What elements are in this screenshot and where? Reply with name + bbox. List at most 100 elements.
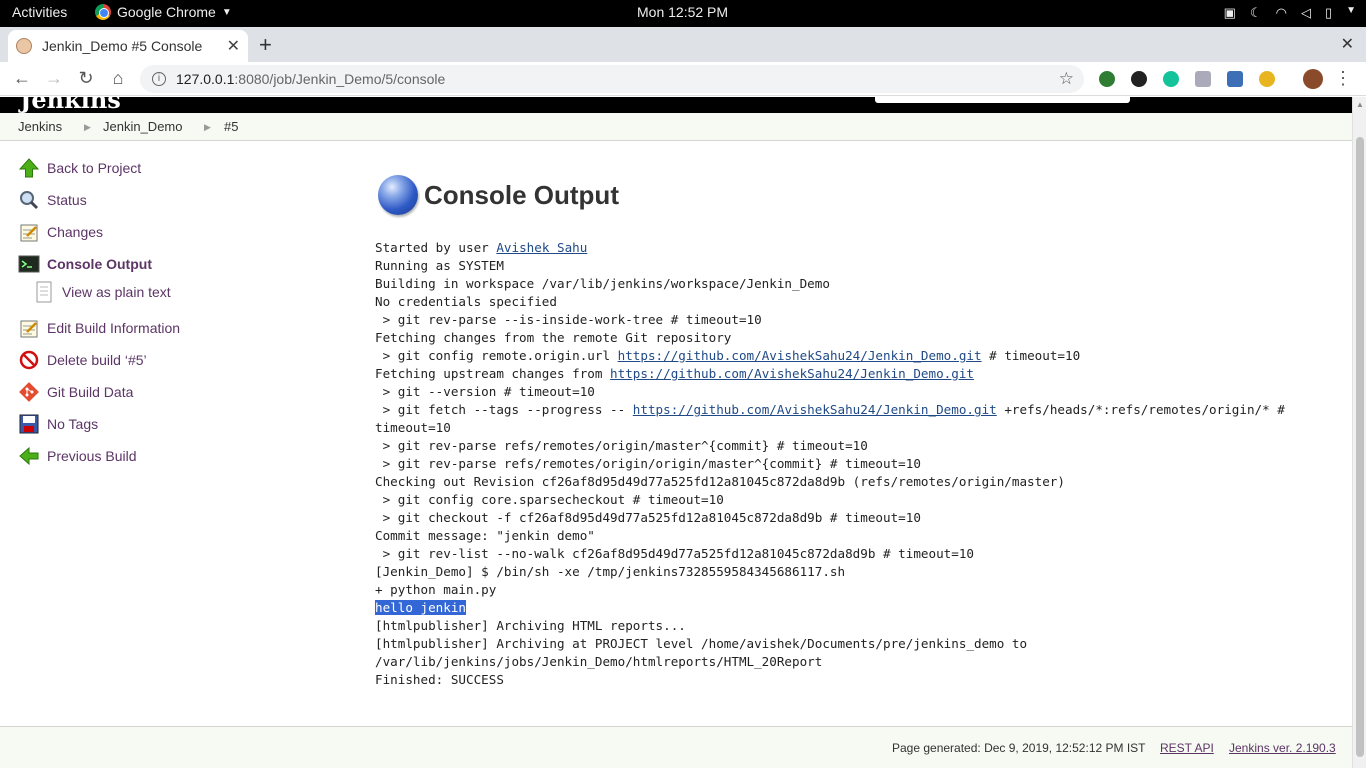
sidebar-item-edit-build-information[interactable]: Edit Build Information xyxy=(18,317,180,339)
sidebar-item-view-plain-text[interactable]: View as plain text xyxy=(33,281,171,303)
volume-muted-icon: ◁ xyxy=(1300,5,1311,20)
wifi-icon: ◠ xyxy=(1275,5,1287,20)
url-host: 127.0.0.1 xyxy=(176,71,235,87)
user-link[interactable]: Avishek Sahu xyxy=(496,240,587,255)
repo-link[interactable]: https://github.com/AvishekSahu24/Jenkin_… xyxy=(633,402,997,417)
extension-globe-icon[interactable] xyxy=(1099,71,1115,87)
window-close-icon[interactable]: ✕ xyxy=(1341,34,1354,54)
breadcrumb-job[interactable]: Jenkin_Demo xyxy=(103,119,183,134)
sidebar-item-label: Delete build ‘#5’ xyxy=(47,352,147,368)
search-input[interactable] xyxy=(875,97,1130,103)
no-entry-icon xyxy=(18,349,40,371)
info-icon[interactable]: i xyxy=(152,72,166,86)
sidebar-item-label: Back to Project xyxy=(47,160,142,176)
sidebar-item-delete-build[interactable]: Delete build ‘#5’ xyxy=(18,349,147,371)
jenkins-logo[interactable]: Jenkins xyxy=(20,97,170,114)
magnifier-icon xyxy=(18,189,40,211)
forward-icon[interactable]: → xyxy=(44,68,64,89)
jenkins-page: Jenkins Jenkins ▶ Jenkin_Demo ▶ #5 Back … xyxy=(0,97,1352,768)
document-icon xyxy=(33,281,55,303)
console-line: > git config remote.origin.url https://g… xyxy=(375,347,1325,365)
up-arrow-icon xyxy=(18,157,40,179)
breadcrumb: Jenkins ▶ Jenkin_Demo ▶ #5 xyxy=(0,113,1352,141)
page-footer: Page generated: Dec 9, 2019, 12:52:12 PM… xyxy=(0,726,1352,768)
terminal-icon xyxy=(18,253,40,275)
sidebar-item-console-output[interactable]: Console Output xyxy=(18,253,152,275)
console-line: > git rev-list --no-walk cf26af8d95d49d7… xyxy=(375,546,974,561)
app-menu[interactable]: Google Chrome ▼ xyxy=(95,4,232,20)
sidebar-item-changes[interactable]: Changes xyxy=(18,221,103,243)
console-line: No credentials specified xyxy=(375,294,557,309)
extension-sync-icon[interactable] xyxy=(1259,71,1275,87)
browser-toolbar: ← → ↻ ⌂ i 127.0.0.1:8080/job/Jenkin_Demo… xyxy=(0,62,1366,96)
system-tray[interactable]: ▣ ☾ ◠ ◁ ▯ ▼ xyxy=(1224,5,1356,21)
extension-shield-icon[interactable] xyxy=(1195,71,1211,87)
sidebar-item-label: Status xyxy=(47,192,87,208)
console-line: Fetching upstream changes from https://g… xyxy=(375,365,1325,383)
address-bar[interactable]: i 127.0.0.1:8080/job/Jenkin_Demo/5/conso… xyxy=(140,65,1084,93)
activities-button[interactable]: Activities xyxy=(12,4,67,20)
menu-icon[interactable]: ⋮ xyxy=(1334,68,1352,89)
page-generated-text: Page generated: Dec 9, 2019, 12:52:12 PM… xyxy=(892,741,1146,755)
console-line: Commit message: "jenkin demo" xyxy=(375,528,595,543)
battery-icon: ▯ xyxy=(1324,5,1333,20)
sidebar-item-label: Edit Build Information xyxy=(47,320,181,336)
console-line: Building in workspace /var/lib/jenkins/w… xyxy=(375,276,830,291)
jenkins-header: Jenkins xyxy=(0,97,1352,114)
new-tab-button[interactable]: + xyxy=(259,32,272,58)
console-line: /var/lib/jenkins/jobs/Jenkin_Demo/htmlre… xyxy=(375,654,823,669)
console-output-heading: Console Output xyxy=(378,175,619,215)
sidebar-item-label: Previous Build xyxy=(47,448,137,464)
sidebar-item-status[interactable]: Status xyxy=(18,189,87,211)
jenkins-version-link[interactable]: Jenkins ver. 2.190.3 xyxy=(1229,741,1336,755)
page-scrollbar[interactable]: ▲ xyxy=(1352,97,1366,768)
clock[interactable]: Mon 12:52 PM xyxy=(637,4,728,20)
git-icon xyxy=(18,381,40,403)
breadcrumb-separator-icon: ▶ xyxy=(204,122,211,132)
tab-strip: Jenkin_Demo #5 Console ✕ + ✕ xyxy=(0,27,1366,62)
console-text: +refs/heads/*:refs/remotes/origin/* # xyxy=(996,402,1285,417)
console-line: + python main.py xyxy=(375,582,497,597)
sidebar-item-no-tags[interactable]: No Tags xyxy=(18,413,98,435)
extension-stamp-icon[interactable] xyxy=(1227,71,1243,87)
repo-link[interactable]: https://github.com/AvishekSahu24/Jenkin_… xyxy=(610,366,974,381)
system-top-bar: Activities Google Chrome ▼ Mon 12:52 PM … xyxy=(0,0,1366,27)
page-title: Console Output xyxy=(424,179,619,210)
left-arrow-icon xyxy=(18,445,40,467)
breadcrumb-build[interactable]: #5 xyxy=(224,119,238,134)
rest-api-link[interactable]: REST API xyxy=(1160,741,1214,755)
console-line: [Jenkin_Demo] $ /bin/sh -xe /tmp/jenkins… xyxy=(375,564,846,579)
chevron-down-icon: ▼ xyxy=(1346,5,1356,16)
console-line: > git rev-parse refs/remotes/origin/mast… xyxy=(375,438,868,453)
reload-icon[interactable]: ↻ xyxy=(76,68,96,89)
console-line: Started by user Avishek Sahu xyxy=(375,239,1325,257)
console-text: Started by user xyxy=(375,240,497,255)
repo-link[interactable]: https://github.com/AvishekSahu24/Jenkin_… xyxy=(618,348,982,363)
console-line: > git --version # timeout=10 xyxy=(375,384,595,399)
grammarly-icon[interactable] xyxy=(1163,71,1179,87)
extension-paw-icon[interactable] xyxy=(1131,71,1147,87)
bookmark-star-icon[interactable]: ☆ xyxy=(1059,69,1074,89)
browser-tab[interactable]: Jenkin_Demo #5 Console ✕ xyxy=(8,30,248,62)
url-path: :8080/job/Jenkin_Demo/5/console xyxy=(234,71,446,87)
sidebar-item-label: No Tags xyxy=(47,416,99,432)
console-line: > git rev-parse --is-inside-work-tree # … xyxy=(375,312,762,327)
console-line: > git config core.sparsecheckout # timeo… xyxy=(375,492,724,507)
console-line: timeout=10 xyxy=(375,420,451,435)
back-icon[interactable]: ← xyxy=(12,68,32,89)
scrollbar-thumb[interactable] xyxy=(1356,137,1364,757)
breadcrumb-jenkins[interactable]: Jenkins xyxy=(18,119,62,134)
avatar[interactable] xyxy=(1303,69,1323,89)
console-line: hello jenkin xyxy=(375,599,1325,617)
scroll-up-icon[interactable]: ▲ xyxy=(1356,100,1364,109)
sidebar-item-git-build-data[interactable]: Git Build Data xyxy=(18,381,133,403)
sidebar-item-previous-build[interactable]: Previous Build xyxy=(18,445,137,467)
console-text: > git config remote.origin.url xyxy=(375,348,618,363)
sidebar-item-back-to-project[interactable]: Back to Project xyxy=(18,157,141,179)
console-line: [htmlpublisher] Archiving HTML reports..… xyxy=(375,618,686,633)
home-icon[interactable]: ⌂ xyxy=(108,68,128,89)
night-light-icon: ☾ xyxy=(1249,5,1262,20)
close-icon[interactable]: ✕ xyxy=(227,36,240,56)
app-name: Google Chrome xyxy=(117,4,216,20)
chrome-icon xyxy=(95,4,111,20)
